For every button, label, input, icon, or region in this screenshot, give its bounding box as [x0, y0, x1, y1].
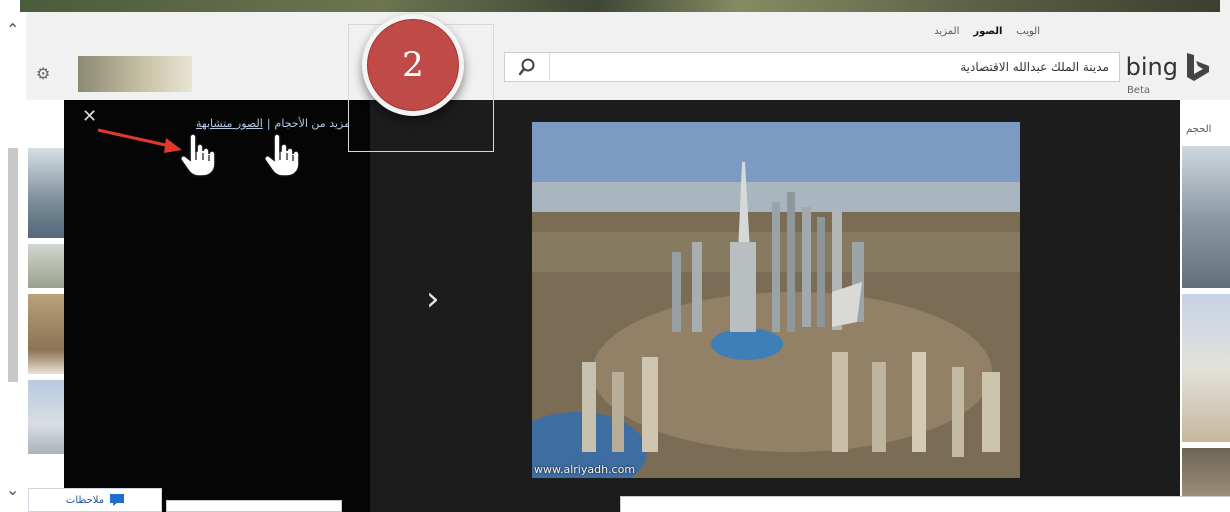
links-separator: |	[266, 117, 271, 130]
nav-item-web[interactable]: الويب	[1016, 26, 1040, 37]
size-filter-label[interactable]: الحجم	[1186, 124, 1211, 135]
scroll-down-arrow-icon[interactable]: ⌄	[6, 482, 19, 498]
red-arrow-annotation	[97, 128, 182, 153]
mini-screenshot-thumbnail	[166, 500, 342, 512]
result-thumbnail[interactable]	[1182, 448, 1230, 496]
search-input[interactable]: مدينة الملك عبدالله الاقتصادية	[504, 52, 1120, 82]
bing-wordmark: bing	[1125, 53, 1178, 81]
result-thumbnail[interactable]	[28, 294, 64, 374]
search-icon	[518, 58, 535, 76]
search-button[interactable]	[505, 53, 550, 81]
result-thumbnail[interactable]	[1182, 146, 1230, 288]
pointer-hand-icon	[179, 134, 216, 177]
step-number: 2	[402, 45, 424, 85]
speech-bubble-icon	[110, 494, 125, 506]
image-watermark: www.alriyadh.com	[534, 463, 636, 476]
close-icon[interactable]: ✕	[82, 108, 97, 126]
bottom-panel	[620, 496, 1230, 512]
result-thumbnail[interactable]	[1182, 294, 1230, 442]
beta-tag: Beta	[1126, 85, 1150, 96]
bing-b-icon	[1187, 53, 1209, 81]
page-scrollbar[interactable]: ⌃ ⌄	[0, 0, 26, 512]
top-nav: الويب الصور المزيد	[934, 26, 1040, 37]
search-query: مدينة الملك عبدالله الاقتصادية	[960, 60, 1109, 74]
next-image-button[interactable]: ›	[426, 282, 440, 316]
avatar[interactable]	[78, 56, 192, 92]
result-thumbnail[interactable]	[28, 380, 64, 454]
bing-logo[interactable]: bing	[1126, 52, 1212, 82]
top-photo-strip	[20, 0, 1220, 12]
city-skyline-image	[532, 122, 1020, 478]
pointer-hand-icon	[263, 134, 300, 177]
nav-item-images[interactable]: الصور	[973, 26, 1002, 37]
main-image[interactable]	[532, 122, 1020, 478]
more-sizes-link[interactable]: مزيد من الأحجام	[275, 117, 350, 130]
step-number-badge: 2	[362, 14, 464, 116]
result-thumbnail[interactable]	[28, 244, 64, 288]
gear-icon[interactable]: ⚙	[36, 64, 50, 83]
similar-images-link[interactable]: الصور متشابهة	[196, 117, 263, 130]
scroll-up-arrow-icon[interactable]: ⌃	[6, 22, 19, 38]
feedback-label: ملاحظات	[65, 494, 105, 506]
result-thumbnail[interactable]	[28, 148, 64, 238]
header	[26, 0, 1230, 100]
scroll-thumb[interactable]	[8, 148, 18, 382]
nav-item-more[interactable]: المزيد	[934, 26, 959, 37]
feedback-button[interactable]: ملاحظات	[28, 488, 162, 512]
